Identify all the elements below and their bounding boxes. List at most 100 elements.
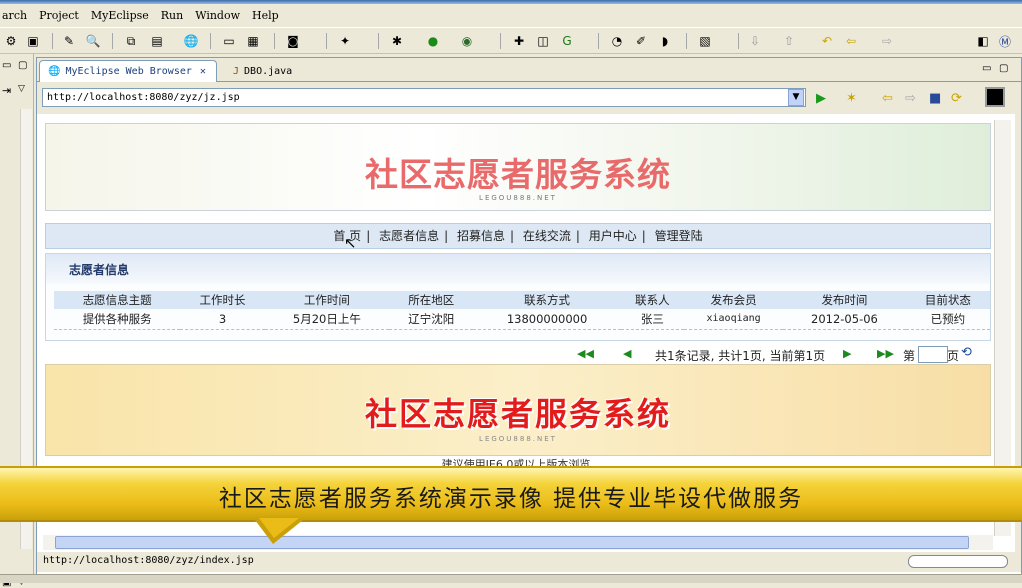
- folder-icon[interactable]: ▭: [220, 32, 238, 50]
- run-icon[interactable]: ●: [424, 32, 442, 50]
- menu-run[interactable]: Run: [161, 9, 183, 22]
- favorites-icon[interactable]: ✶: [846, 91, 857, 106]
- menu-search[interactable]: arch: [2, 9, 27, 22]
- nav-user-center[interactable]: 用户中心: [589, 229, 637, 243]
- toolbar-separator: [500, 33, 501, 49]
- package-icon[interactable]: ◫: [534, 32, 552, 50]
- caption-pointer-inner: [259, 518, 299, 538]
- progress-bar: [908, 555, 1008, 568]
- table-cell: 2012-05-06: [783, 309, 906, 330]
- pager-summary: 共1条记录, 共计1页, 当前第1页: [655, 349, 826, 363]
- maximize-icon[interactable]: ▢: [999, 63, 1008, 74]
- toolbar-separator: [598, 33, 599, 49]
- toolbar-separator: [52, 33, 53, 49]
- menu-window[interactable]: Window: [195, 9, 240, 22]
- status-url: http://localhost:8080/zyz/index.jsp: [43, 555, 254, 566]
- chevron-down-icon[interactable]: ▼: [788, 89, 804, 106]
- brush-icon[interactable]: ✐: [632, 32, 650, 50]
- open-perspective-icon[interactable]: ◧: [974, 32, 992, 50]
- tab-web-browser[interactable]: 🌐 MyEclipse Web Browser ✕: [39, 60, 217, 82]
- new-file-icon[interactable]: ✎: [60, 32, 78, 50]
- new-project-icon[interactable]: ▦: [244, 32, 262, 50]
- url-input[interactable]: http://localhost:8080/zyz/jz.jsp: [42, 88, 806, 107]
- toolbar-separator: [326, 33, 327, 49]
- go-icon[interactable]: ▶: [816, 91, 826, 106]
- maximize-icon[interactable]: ▢: [18, 60, 27, 71]
- minimize-icon[interactable]: ▭: [2, 60, 11, 71]
- browser-address-bar: http://localhost:8080/zyz/jz.jsp ▼ ▶ ✶ ⇦…: [37, 82, 1021, 114]
- site-nav: 首 页 | 志愿者信息 | 招募信息 | 在线交流 | 用户中心 | 管理登陆: [45, 223, 991, 249]
- column-header: 工作时长: [180, 291, 265, 309]
- menu-help[interactable]: Help: [252, 9, 279, 22]
- tab-label: MyEclipse Web Browser: [65, 66, 192, 77]
- column-header: 所在地区: [389, 291, 474, 309]
- editor-tabs: 🌐 MyEclipse Web Browser ✕ J DBO.java ▭ ▢: [37, 58, 1021, 82]
- page-number-input[interactable]: [918, 346, 948, 363]
- save-icon[interactable]: ▣: [24, 32, 42, 50]
- minimize-icon[interactable]: ▭: [982, 63, 991, 74]
- prev-annotation-icon[interactable]: ⇧: [780, 32, 798, 50]
- new-class-icon[interactable]: ✚: [510, 32, 528, 50]
- forward-icon[interactable]: ⇨: [905, 91, 916, 106]
- column-header: 目前状态: [905, 291, 990, 309]
- back-icon[interactable]: ⇦: [842, 32, 860, 50]
- nav-recruit-info[interactable]: 招募信息: [457, 229, 505, 243]
- first-page-icon[interactable]: ◀◀: [577, 347, 594, 360]
- prev-page-icon[interactable]: ◀: [623, 347, 631, 360]
- volunteer-table: 志愿信息主题 工作时长 工作时间 所在地区 联系方式 联系人 发布会员 发布时间…: [54, 291, 990, 330]
- close-icon[interactable]: ✕: [200, 66, 206, 77]
- next-annotation-icon[interactable]: ⇩: [746, 32, 764, 50]
- open-type-icon[interactable]: ◔: [608, 32, 626, 50]
- menu-project[interactable]: Project: [39, 9, 79, 22]
- toolbar-separator: [112, 33, 113, 49]
- scroll-thumb[interactable]: [55, 536, 969, 549]
- debug-icon[interactable]: ✱: [388, 32, 406, 50]
- column-header: 发布时间: [783, 291, 906, 309]
- globe-icon[interactable]: 🌐: [182, 32, 200, 50]
- camera-icon[interactable]: ◙: [284, 32, 302, 50]
- menu-myeclipse[interactable]: MyEclipse: [91, 9, 149, 22]
- column-header: 联系方式: [473, 291, 621, 309]
- browser-status-bar: http://localhost:8080/zyz/index.jsp: [37, 552, 1021, 572]
- forward-icon[interactable]: ⇨: [878, 32, 896, 50]
- nav-volunteer-info[interactable]: 志愿者信息: [379, 229, 439, 243]
- view-menu-icon[interactable]: ⇥: [2, 84, 11, 97]
- tab-dbo-java[interactable]: J DBO.java: [225, 60, 300, 82]
- last-edit-icon[interactable]: ↶: [818, 32, 836, 50]
- new-java-icon[interactable]: G: [558, 32, 576, 50]
- refresh-icon[interactable]: ⟳: [951, 91, 962, 106]
- title-bar-strip: [0, 0, 1022, 4]
- table-row[interactable]: 提供各种服务 3 5月20日上午 辽宁沈阳 13800000000 张三 xia…: [54, 309, 990, 330]
- search-icon[interactable]: 🔍: [84, 32, 102, 50]
- last-page-icon[interactable]: ▶▶: [877, 347, 894, 360]
- deploy-icon[interactable]: ⧉: [122, 32, 140, 50]
- toolbar-separator: [378, 33, 379, 49]
- wizard-icon[interactable]: ✦: [336, 32, 354, 50]
- page-label: 第: [903, 349, 916, 363]
- globe-icon: 🌐: [48, 66, 61, 77]
- external-tools-icon[interactable]: ◉: [458, 32, 476, 50]
- chevron-down-icon[interactable]: ▽: [18, 84, 25, 94]
- server-icon[interactable]: ▤: [148, 32, 166, 50]
- table-cell[interactable]: 提供各种服务: [54, 309, 181, 330]
- next-page-icon[interactable]: ▶: [843, 347, 851, 360]
- table-header-row: 志愿信息主题 工作时长 工作时间 所在地区 联系方式 联系人 发布会员 发布时间…: [54, 291, 990, 309]
- footer-subtitle: LEGOU888.NET: [479, 435, 557, 443]
- column-header: 联系人: [620, 291, 684, 309]
- table-cell: 5月20日上午: [264, 309, 390, 330]
- task-icon[interactable]: ▧: [696, 32, 714, 50]
- back-icon[interactable]: ⇦: [882, 91, 893, 106]
- gear-icon[interactable]: ⚙: [2, 32, 20, 50]
- stop-icon[interactable]: ■: [929, 91, 941, 106]
- horizontal-scrollbar[interactable]: [43, 535, 993, 550]
- caption-banner: 社区志愿者服务系统演示录像 提供专业毕设代做服务: [0, 466, 1022, 522]
- myeclipse-perspective-icon[interactable]: Ⓜ: [996, 32, 1014, 50]
- console-icon[interactable]: [985, 87, 1005, 107]
- footer-banner: 社区志愿者服务系统 LEGOU888.NET: [45, 364, 991, 456]
- nav-admin-login[interactable]: 管理登陆: [655, 229, 703, 243]
- nav-online-chat[interactable]: 在线交流: [523, 229, 571, 243]
- open-resource-icon[interactable]: ◗: [656, 32, 674, 50]
- table-cell: 已预约: [905, 309, 990, 330]
- toolbar-separator: [738, 33, 739, 49]
- go-page-icon[interactable]: ⟲: [961, 345, 972, 360]
